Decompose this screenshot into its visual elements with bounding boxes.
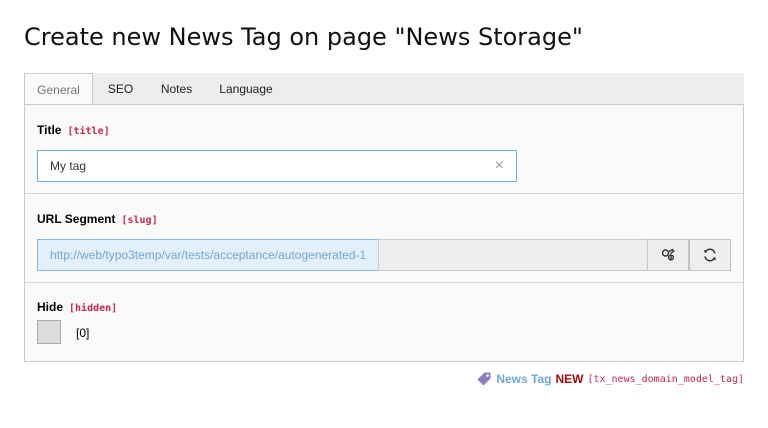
tag-icon (477, 372, 491, 386)
record-type-label: News Tag (496, 372, 552, 386)
hidden-field-code: [hidden] (69, 303, 118, 314)
hide-checkbox[interactable] (37, 320, 61, 344)
tab-bar: General SEO Notes Language (24, 73, 744, 106)
record-status-badge: NEW (555, 372, 584, 386)
hide-section: Hide [hidden] [0] (25, 105, 743, 361)
record-table-name: [tx_news_domain_model_tag] (587, 373, 744, 385)
hidden-label-text: Hide (37, 300, 64, 314)
form-panel: Title[title] × URL Segment[slug] http://… (24, 104, 744, 362)
tab-general[interactable]: General (24, 73, 93, 106)
hidden-value: [0] (76, 326, 90, 340)
tab-language[interactable]: Language (205, 73, 287, 105)
record-info: News Tag NEW [tx_news_domain_model_tag] (476, 371, 744, 387)
tab-notes[interactable]: Notes (148, 73, 205, 105)
hidden-field-label: Hide [hidden] (37, 300, 117, 314)
tab-seo[interactable]: SEO (93, 73, 148, 105)
page-title: Create new News Tag on page "News Storag… (24, 23, 583, 51)
